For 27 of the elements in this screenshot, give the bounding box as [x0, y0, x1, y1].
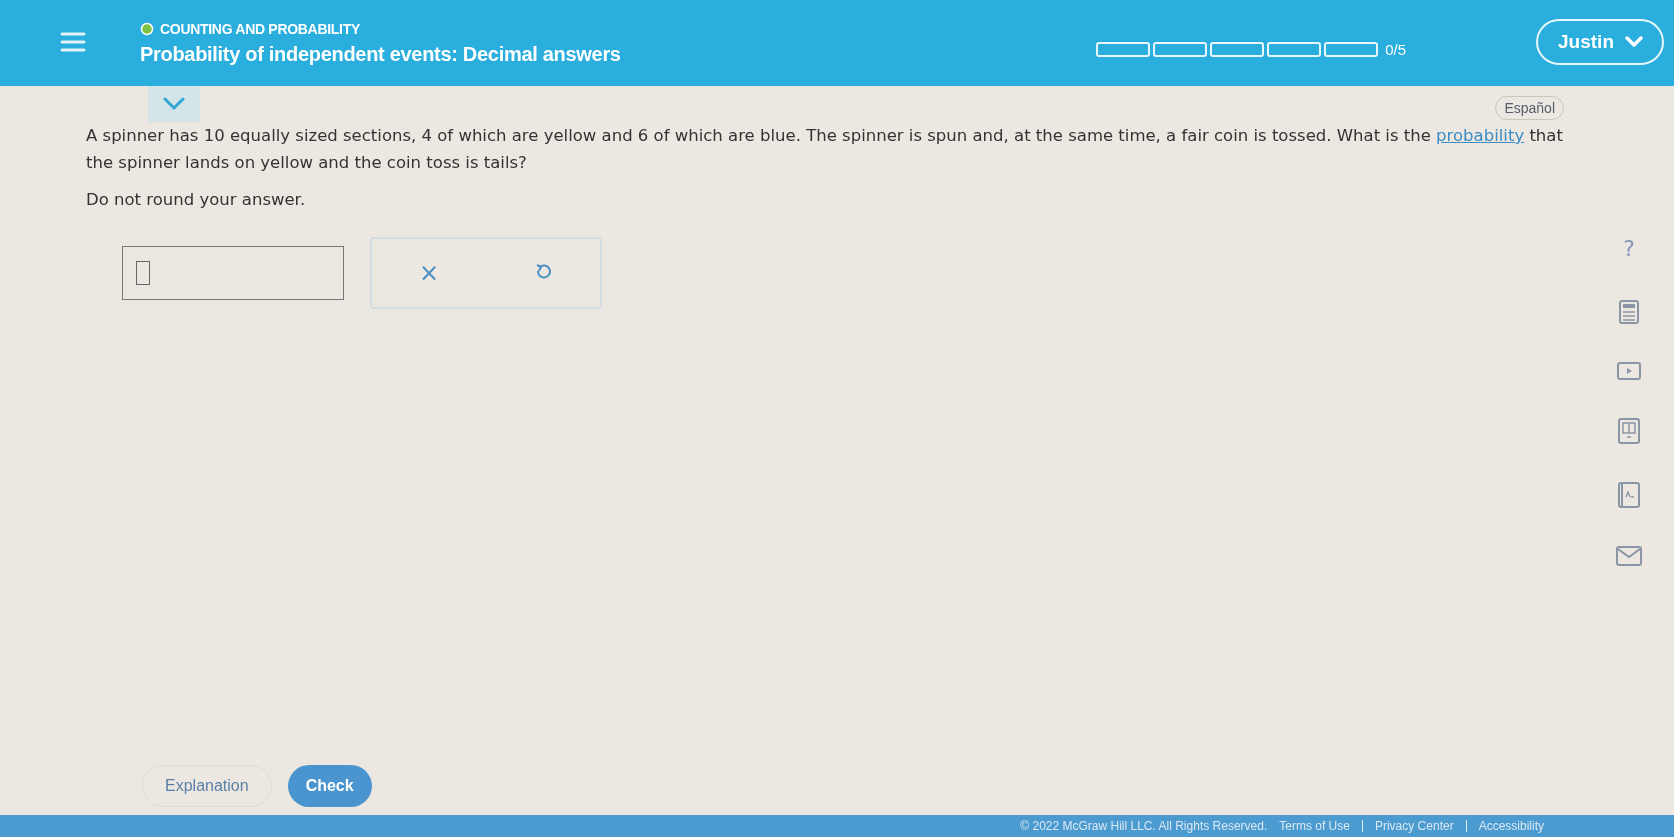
instruction-text: Do not round your answer. [86, 190, 307, 209]
book-icon[interactable] [1618, 418, 1640, 444]
collapse-tab[interactable] [148, 86, 200, 122]
text-cursor-icon [136, 261, 150, 285]
probability-link[interactable]: probability [1436, 126, 1525, 145]
footer-link[interactable]: Terms of Use [1279, 819, 1350, 833]
topic-label: COUNTING AND PROBABILITY [160, 20, 360, 37]
footer-link[interactable]: Accessibility [1478, 819, 1544, 833]
help-button[interactable]: ? [1623, 234, 1635, 262]
play-icon[interactable] [1617, 362, 1641, 380]
chevron-down-icon [1624, 35, 1644, 49]
footer-link[interactable]: Privacy Center [1374, 819, 1454, 833]
copyright-text: © 2022 McGraw Hill LLC. All Rights Reserved. [1020, 819, 1268, 833]
clear-button[interactable]: × [409, 253, 449, 293]
progress-count: 0/5 [1385, 40, 1407, 58]
calculator-icon[interactable] [1619, 300, 1639, 324]
answer-field[interactable] [122, 246, 344, 300]
status-dot-icon [140, 21, 154, 36]
lesson-title: Probability of independent events: Decimal answers [140, 42, 622, 66]
user-menu-button[interactable]: Justin [1536, 19, 1664, 65]
check-button[interactable]: Check [287, 765, 372, 807]
question-text: A spinner has 10 equally sized sections, 4 of which are yellow and 6 of which are blue. The spinner is spun and, at the same time, a fair coin is tossed. What is the probability that the spinner lands on yellow and the coin toss is tails? [86, 125, 1564, 174]
language-button[interactable]: Español [1495, 96, 1564, 120]
mail-icon[interactable] [1616, 546, 1642, 566]
menu-icon[interactable] [60, 31, 88, 55]
chevron-down-icon [162, 97, 186, 111]
dictionary-icon[interactable] [1618, 482, 1640, 508]
